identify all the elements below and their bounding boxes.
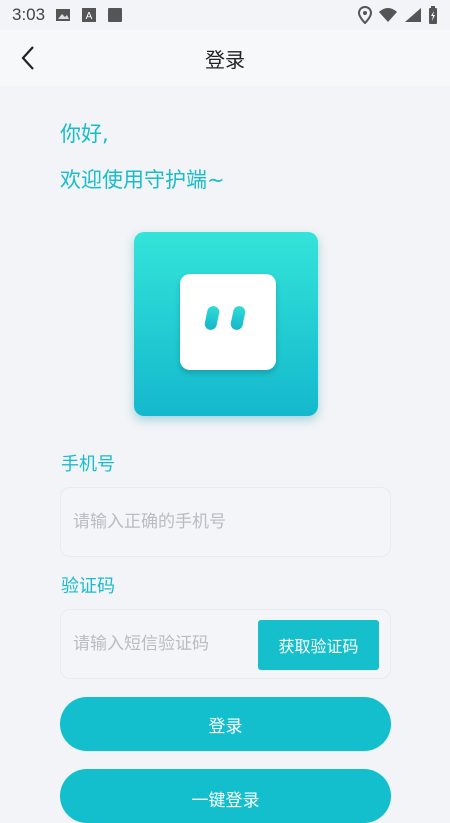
code-field-container: 获取验证码 — [60, 609, 391, 679]
battery-icon — [429, 6, 437, 24]
login-button[interactable]: 登录 — [60, 697, 391, 751]
logo-eye-left — [203, 305, 221, 331]
phone-input[interactable] — [73, 488, 373, 556]
greeting-welcome: 欢迎使用守护端~ — [60, 168, 225, 192]
back-button[interactable] — [14, 44, 42, 72]
image-icon — [56, 9, 71, 21]
svg-text:A: A — [86, 11, 93, 22]
quick-login-button[interactable]: 一键登录 — [60, 769, 391, 823]
status-time: 3:03 — [12, 5, 46, 24]
nav-bar: 登录 — [0, 30, 450, 86]
app-logo — [134, 232, 318, 416]
page-title: 登录 — [205, 47, 245, 72]
signal-icon — [405, 8, 421, 22]
greeting-hello: 你好, — [60, 122, 109, 146]
logo-eye-right — [229, 305, 247, 331]
logo-face — [180, 274, 276, 370]
wifi-icon — [379, 8, 397, 22]
status-bar: 3:03 A — [0, 0, 450, 30]
a-icon: A — [82, 8, 97, 22]
phone-label: 手机号 — [61, 454, 115, 475]
location-icon — [358, 6, 372, 24]
phone-field-container — [60, 487, 391, 557]
code-label: 验证码 — [61, 576, 115, 597]
square-icon — [108, 8, 123, 22]
verification-code-input[interactable] — [73, 610, 253, 678]
chevron-left-icon — [21, 46, 34, 70]
get-code-button[interactable]: 获取验证码 — [258, 620, 379, 670]
